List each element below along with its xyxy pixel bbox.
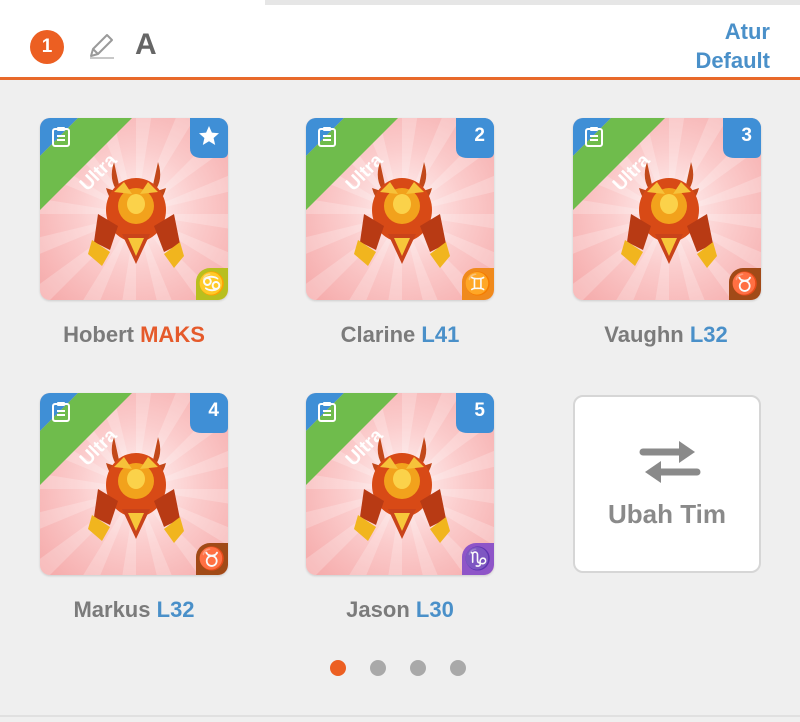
monster-portrait xyxy=(84,152,188,270)
header-divider xyxy=(0,77,800,80)
member-name-level: Vaughn L32 xyxy=(556,322,776,348)
slot-number: 2 xyxy=(474,125,485,146)
set-default-label-line1: Atur xyxy=(724,19,770,44)
member-level: L32 xyxy=(156,597,195,622)
member-name: Jason xyxy=(346,597,410,622)
member-name: Clarine xyxy=(340,322,416,347)
team-member-card[interactable]: Ultra 4 ♉ xyxy=(40,393,228,575)
swap-team-label: Ubah Tim xyxy=(608,499,726,529)
zodiac-capricorn-icon: ♑ xyxy=(462,543,494,575)
page-dot[interactable] xyxy=(410,660,426,676)
zodiac-cancer-icon: ♋ xyxy=(196,268,228,300)
member-name: Markus xyxy=(73,597,151,622)
zodiac-taurus-icon: ♉ xyxy=(729,268,761,300)
page-dot[interactable] xyxy=(370,660,386,676)
pencil-icon[interactable] xyxy=(84,29,118,63)
clipboard-icon xyxy=(50,126,72,148)
zodiac-taurus-icon: ♉ xyxy=(196,543,228,575)
clipboard-icon xyxy=(583,126,605,148)
team-member-card[interactable]: Ultra 3 ♉ xyxy=(573,118,761,300)
swap-team-button[interactable]: Ubah Tim xyxy=(573,395,761,573)
monster-portrait xyxy=(84,427,188,545)
member-level: L30 xyxy=(415,597,454,622)
team-member-card[interactable]: Ultra 2 ♊ xyxy=(306,118,494,300)
member-name: Vaughn xyxy=(604,322,684,347)
member-name-level: Markus L32 xyxy=(24,597,244,623)
set-default-button[interactable]: Atur Default xyxy=(695,17,770,75)
team-header: 1 A Atur Default xyxy=(0,5,800,78)
monster-portrait xyxy=(350,152,454,270)
member-level: MAKS xyxy=(140,322,205,347)
team-member-card[interactable]: Ultra 5 ♑ xyxy=(306,393,494,575)
member-name: Hobert xyxy=(63,322,134,347)
slot-number: 5 xyxy=(474,400,485,421)
font-size-button[interactable]: A xyxy=(135,27,157,63)
member-name-level: Jason L30 xyxy=(290,597,510,623)
monster-portrait xyxy=(617,152,721,270)
page-dot[interactable] xyxy=(450,660,466,676)
zodiac-gemini-icon: ♊ xyxy=(462,268,494,300)
page-dot[interactable] xyxy=(330,660,346,676)
bottom-divider xyxy=(0,715,800,717)
swap-arrows-icon xyxy=(639,437,701,487)
slot-number: 4 xyxy=(208,400,219,421)
member-level: L32 xyxy=(689,322,728,347)
member-name-level: Clarine L41 xyxy=(290,322,510,348)
monster-portrait xyxy=(350,427,454,545)
favorite-star-icon xyxy=(197,124,221,148)
member-level: L41 xyxy=(421,322,460,347)
clipboard-icon xyxy=(316,401,338,423)
clipboard-icon xyxy=(50,401,72,423)
team-number-badge[interactable]: 1 xyxy=(30,30,64,64)
set-default-label-line2: Default xyxy=(695,48,770,73)
team-member-card[interactable]: Ultra ♋ xyxy=(40,118,228,300)
slot-number: 3 xyxy=(741,125,752,146)
clipboard-icon xyxy=(316,126,338,148)
member-name-level: Hobert MAKS xyxy=(24,322,244,348)
